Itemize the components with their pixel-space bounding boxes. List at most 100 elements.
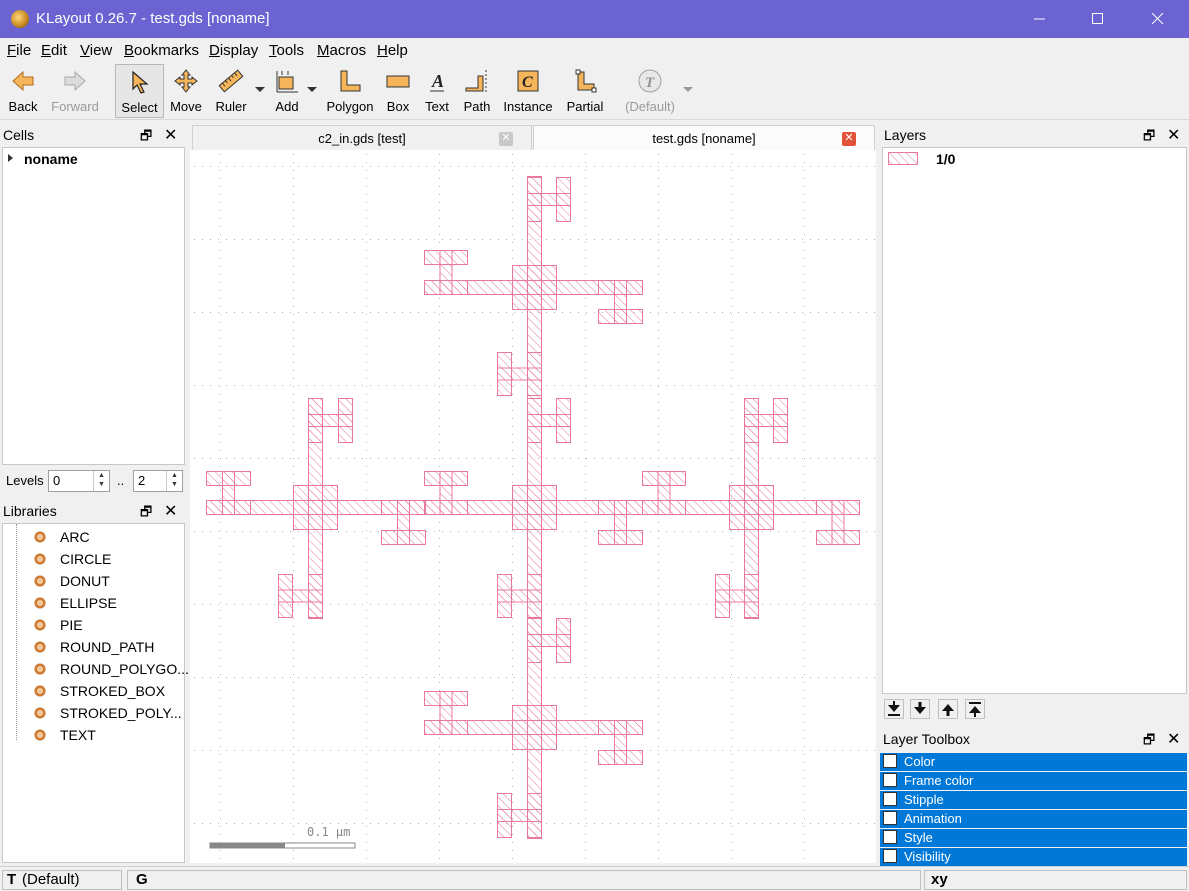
- expand-checkbox: [883, 830, 897, 844]
- levels-from-spinbox[interactable]: 0 ▲ ▼: [48, 470, 110, 492]
- libraries-tree: ARC CIRCLE DONUT ELLIPSE PIE ROUND_PATH …: [2, 523, 189, 863]
- default-dropdown-arrow[interactable]: [683, 87, 693, 92]
- layout-shape: [657, 471, 671, 515]
- path-icon: [465, 70, 487, 92]
- text-icon: A: [430, 71, 444, 92]
- move-tool[interactable]: Move: [166, 64, 206, 118]
- minimize-icon: [1034, 18, 1045, 20]
- toolbox-stipple[interactable]: Stipple: [880, 791, 1187, 809]
- back-button[interactable]: Back: [4, 64, 42, 118]
- levels-label: Levels: [6, 473, 44, 488]
- tab-close-icon[interactable]: ✕: [499, 132, 513, 146]
- svg-text:A: A: [431, 71, 444, 91]
- text-template-icon: T: [638, 69, 662, 93]
- layers-title: Layers: [884, 127, 927, 143]
- levels-to-spinbox[interactable]: 2 ▲ ▼: [133, 470, 183, 492]
- layer-row[interactable]: 1/0: [883, 148, 1186, 170]
- move-to-top-icon[interactable]: [965, 699, 985, 719]
- layout-geometry: [206, 176, 860, 839]
- libraries-title: Libraries: [3, 503, 57, 519]
- path-tool[interactable]: Path: [459, 64, 495, 118]
- spin-arrows-icon[interactable]: ▲ ▼: [93, 471, 109, 491]
- klayout-app-icon: [11, 10, 29, 28]
- maximize-button[interactable]: [1069, 0, 1127, 38]
- toolbox-visibility[interactable]: Visibility: [880, 848, 1187, 866]
- gear-icon: [33, 684, 47, 698]
- close-icon: [1152, 13, 1164, 25]
- default-template-button[interactable]: T (Default): [621, 64, 679, 118]
- partial-tool[interactable]: Partial: [563, 64, 607, 118]
- ruler-dropdown-arrow[interactable]: [255, 87, 265, 92]
- forward-button[interactable]: Forward: [46, 64, 104, 118]
- gear-icon: [33, 552, 47, 566]
- menu-tools[interactable]: Tools: [269, 42, 304, 59]
- cells-float-icon[interactable]: 🗗: [140, 127, 152, 149]
- toolbox-frame-color[interactable]: Frame color: [880, 772, 1187, 790]
- layout-shape: [831, 500, 845, 545]
- window-title: KLayout 0.26.7 - test.gds [noname]: [36, 10, 270, 27]
- expand-checkbox: [883, 792, 897, 806]
- cells-close-icon[interactable]: ✕: [164, 125, 177, 145]
- menu-macros[interactable]: Macros: [317, 42, 366, 59]
- add-tool[interactable]: Add: [267, 64, 307, 118]
- libraries-close-icon[interactable]: ✕: [164, 501, 177, 521]
- layer-toolbox-close-icon[interactable]: ✕: [1167, 729, 1180, 749]
- move-to-bottom-icon[interactable]: [884, 699, 904, 719]
- move-up-icon[interactable]: [938, 699, 958, 719]
- gear-icon: [33, 618, 47, 632]
- text-tool[interactable]: A Text: [420, 64, 454, 118]
- layout-shape: [497, 809, 542, 822]
- menu-bookmarks[interactable]: Bookmarks: [124, 42, 199, 59]
- svg-text:C: C: [522, 74, 533, 91]
- polygon-tool[interactable]: Polygon: [326, 64, 374, 118]
- expand-checkbox: [883, 811, 897, 825]
- title-bar: KLayout 0.26.7 - test.gds [noname]: [0, 0, 1189, 38]
- layout-shape: [397, 500, 410, 545]
- add-dropdown-arrow[interactable]: [307, 87, 317, 92]
- menu-edit[interactable]: Edit: [41, 42, 67, 59]
- menu-display[interactable]: Display: [209, 42, 258, 59]
- box-icon: [386, 75, 410, 88]
- menu-file[interactable]: File: [7, 42, 31, 59]
- select-tool[interactable]: Select: [115, 64, 164, 118]
- expand-checkbox: [883, 773, 897, 787]
- expand-checkbox: [883, 849, 897, 863]
- layer-toolbox-float-icon[interactable]: 🗗: [1143, 731, 1155, 753]
- tab-c2-in[interactable]: c2_in.gds [test] ✕: [192, 125, 532, 151]
- layout-canvas[interactable]: 0.1 µm: [190, 150, 876, 863]
- layers-close-icon[interactable]: ✕: [1167, 125, 1180, 145]
- layer-name: 1/0: [936, 151, 956, 167]
- tab-close-icon[interactable]: ✕: [842, 132, 856, 146]
- layout-view[interactable]: 0.1 µm: [190, 150, 876, 863]
- move-down-icon[interactable]: [910, 699, 930, 719]
- layout-shape: [278, 589, 323, 603]
- menu-help[interactable]: Help: [377, 42, 408, 59]
- layout-shape: [614, 500, 627, 545]
- layout-shape: [715, 589, 759, 603]
- layers-list: 1/0: [882, 147, 1187, 694]
- spin-arrows-icon[interactable]: ▲ ▼: [166, 471, 182, 491]
- expand-checkbox: [883, 754, 897, 768]
- cell-item-noname[interactable]: noname: [24, 151, 78, 167]
- box-tool[interactable]: Box: [381, 64, 415, 118]
- instance-tool[interactable]: C Instance: [500, 64, 556, 118]
- tab-test-gds[interactable]: test.gds [noname] ✕: [533, 125, 875, 151]
- toolbox-style[interactable]: Style: [880, 829, 1187, 847]
- layout-shape: [497, 367, 542, 381]
- layout-shape: [439, 691, 453, 735]
- scale-bar: 0.1 µm: [209, 825, 356, 849]
- minimize-button[interactable]: [1011, 0, 1069, 38]
- layers-float-icon[interactable]: 🗗: [1143, 127, 1155, 149]
- toolbox-animation[interactable]: Animation: [880, 810, 1187, 828]
- gear-icon: [33, 662, 47, 676]
- menu-view[interactable]: View: [80, 42, 112, 59]
- expand-arrow-icon[interactable]: [8, 154, 13, 162]
- toolbox-color[interactable]: Color: [880, 753, 1187, 771]
- cells-tree: noname: [2, 147, 185, 465]
- layout-shape: [614, 280, 627, 324]
- layout-shape: [512, 485, 557, 530]
- close-window-button[interactable]: [1129, 0, 1187, 38]
- libraries-float-icon[interactable]: 🗗: [140, 503, 152, 525]
- ruler-tool[interactable]: Ruler: [211, 64, 251, 118]
- status-grid-box: G: [127, 870, 921, 890]
